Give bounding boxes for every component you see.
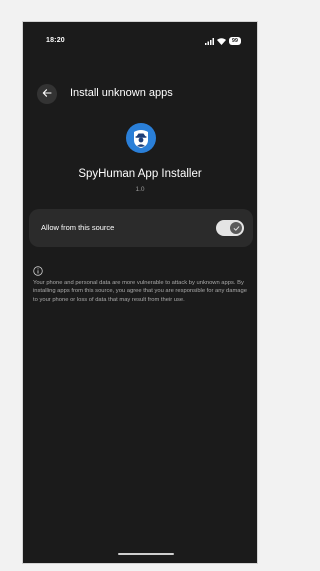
app-version: 1.0: [135, 186, 145, 193]
info-icon: [33, 263, 43, 276]
arrow-back-icon: [42, 85, 52, 103]
spy-agent-icon: [126, 123, 156, 153]
status-bar: 18:20 99: [23, 22, 257, 58]
app-name: SpyHuman App Installer: [78, 168, 202, 180]
phone-screen: 18:20 99 Install unknown apps SpyHuman A…: [22, 21, 258, 564]
back-button[interactable]: [37, 84, 57, 104]
battery-indicator: 99: [228, 37, 241, 45]
wifi-icon: [216, 37, 226, 45]
status-time: 18:20: [46, 37, 65, 44]
signal-icon: [204, 37, 214, 45]
check-icon: [233, 219, 240, 237]
toggle-thumb: [230, 222, 242, 234]
status-icons: 99: [204, 36, 241, 46]
allow-from-source-label: Allow from this source: [41, 223, 115, 232]
home-indicator[interactable]: [118, 553, 174, 555]
allow-from-source-row[interactable]: Allow from this source: [29, 209, 253, 247]
page-title: Install unknown apps: [70, 87, 173, 99]
warning-text: Your phone and personal data are more vu…: [33, 280, 247, 303]
top-app-bar: Install unknown apps: [23, 84, 257, 106]
allow-from-source-toggle[interactable]: [216, 220, 244, 236]
